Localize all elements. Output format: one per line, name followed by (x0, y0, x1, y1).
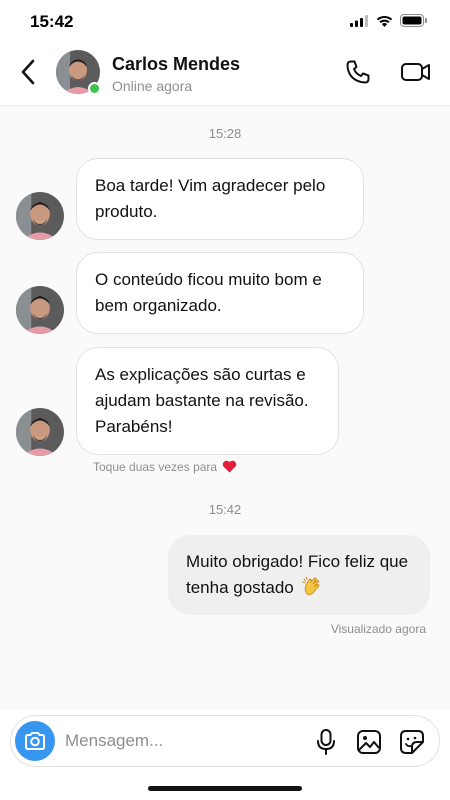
message-line: Parabéns! (95, 417, 173, 436)
camera-button[interactable] (15, 721, 55, 761)
message-line: ajudam bastante na revisão. (95, 391, 309, 410)
cellular-signal-icon (350, 14, 368, 27)
contact-status: Online agora (112, 78, 193, 94)
voice-message-button[interactable] (311, 727, 341, 757)
video-call-button[interactable] (400, 58, 432, 86)
message-thread[interactable]: 15:28 Boa tarde! Vim agradecer pelo prod… (0, 106, 450, 710)
microphone-icon (317, 729, 335, 755)
seen-status: Visualizado agora (330, 622, 426, 636)
time-separator: 15:28 (208, 126, 242, 141)
message-line: produto. (95, 202, 158, 221)
message-line: As explicações são curtas e (95, 365, 306, 384)
phone-icon (346, 60, 370, 84)
message-line: bem organizado. (95, 296, 222, 315)
time-separator: 15:42 (208, 502, 242, 517)
double-tap-hint-text: Toque duas vezes para (93, 460, 218, 474)
gallery-button[interactable] (354, 727, 384, 757)
avatar-photo (16, 192, 64, 240)
sticker-button[interactable] (397, 727, 427, 757)
message-line: O conteúdo ficou muito bom e (95, 270, 322, 289)
back-button[interactable] (18, 58, 40, 86)
clapping-hands-icon (301, 576, 319, 596)
sender-avatar[interactable] (16, 286, 64, 334)
contact-avatar[interactable] (56, 50, 101, 95)
home-indicator[interactable] (148, 786, 302, 791)
sender-avatar[interactable] (16, 408, 64, 456)
outgoing-message[interactable]: Muito obrigado! Fico feliz que tenha gos… (168, 535, 430, 615)
status-icons (350, 14, 428, 27)
message-line: Boa tarde! Vim agradecer pelo (95, 176, 326, 195)
voice-call-button[interactable] (344, 58, 372, 86)
video-camera-icon (401, 63, 430, 81)
message-line-with-emoji: tenha gostado (186, 575, 412, 601)
message-composer (10, 715, 440, 767)
heart-icon (223, 460, 237, 473)
back-chevron-icon (21, 59, 35, 85)
chat-header: Carlos Mendes Online agora (0, 44, 450, 106)
avatar-photo (16, 286, 64, 334)
message-line: Muito obrigado! Fico feliz que (186, 552, 409, 571)
online-indicator (88, 82, 101, 95)
gallery-icon (357, 730, 381, 754)
message-input[interactable] (65, 726, 295, 756)
contact-name[interactable]: Carlos Mendes (112, 54, 240, 75)
status-time: 15:42 (30, 12, 74, 31)
wifi-icon (376, 15, 393, 27)
double-tap-hint: Toque duas vezes para (93, 460, 237, 474)
sender-avatar[interactable] (16, 192, 64, 240)
status-bar: 15:42 (0, 0, 450, 44)
camera-icon (25, 732, 45, 750)
avatar-photo (16, 408, 64, 456)
incoming-message[interactable]: As explicações são curtas e ajudam basta… (76, 347, 339, 455)
message-line: tenha gostado (186, 578, 294, 597)
sticker-icon (400, 730, 424, 754)
battery-icon (400, 14, 427, 27)
incoming-message[interactable]: Boa tarde! Vim agradecer pelo produto. (76, 158, 364, 240)
incoming-message[interactable]: O conteúdo ficou muito bom e bem organiz… (76, 252, 364, 334)
